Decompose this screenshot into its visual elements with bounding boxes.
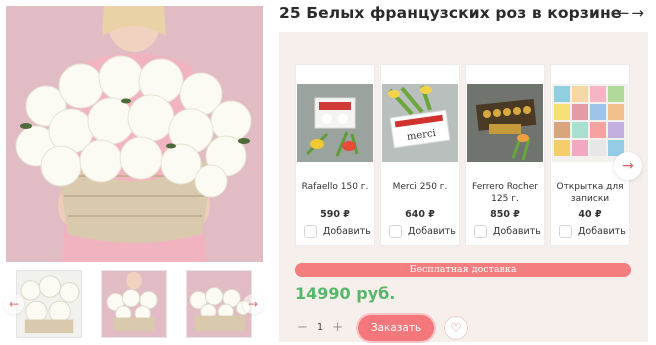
addon-price: 850 ₽ — [490, 209, 520, 220]
thumbnail-2[interactable] — [101, 270, 167, 338]
arrow-left-icon[interactable]: ← — [617, 4, 632, 22]
thumbnail-prev-button[interactable]: ← — [4, 294, 24, 314]
add-checkbox[interactable] — [389, 224, 402, 238]
addon-image — [297, 84, 373, 162]
addon-add-toggle[interactable]: Добавить — [559, 224, 626, 238]
add-label: Добавить — [408, 225, 456, 237]
free-delivery-banner: Бесплатная доставка — [295, 263, 631, 277]
thumbnail-1[interactable] — [16, 270, 82, 338]
add-checkbox[interactable] — [474, 224, 487, 238]
addon-price: 40 ₽ — [578, 209, 602, 220]
order-button[interactable]: Заказать — [358, 315, 434, 341]
quantity-stepper: − 1 + — [291, 314, 349, 340]
addon-image — [552, 84, 628, 162]
product-panel: Rafaello 150 г. 590 ₽ Добавить merci Mer… — [279, 32, 648, 342]
addon-card-rafaello: Rafaello 150 г. 590 ₽ Добавить — [295, 64, 375, 246]
product-nav: ←→ — [617, 4, 646, 22]
addon-image — [467, 84, 543, 162]
add-label: Добавить — [323, 225, 371, 237]
qty-minus-button[interactable]: − — [297, 320, 308, 335]
thumbnail-strip: ← → — [4, 268, 263, 340]
addon-card-ferrero: Ferrero Rocher 125 г. 850 ₽ Добавить — [465, 64, 545, 246]
addon-card-merci: merci Merci 250 г. 640 ₽ Добавить — [380, 64, 460, 246]
thumbnail-next-button[interactable]: → — [243, 294, 263, 314]
add-checkbox[interactable] — [559, 224, 572, 238]
qty-value[interactable]: 1 — [317, 322, 323, 333]
qty-plus-button[interactable]: + — [332, 320, 343, 335]
addon-price: 590 ₽ — [320, 209, 350, 220]
arrow-right-icon[interactable]: → — [631, 4, 646, 22]
addon-add-toggle[interactable]: Добавить — [474, 224, 541, 238]
addon-name: Ferrero Rocher 125 г. — [472, 182, 538, 204]
main-product-image[interactable] — [6, 6, 263, 262]
addon-add-toggle[interactable]: Добавить — [389, 224, 456, 238]
product-price: 14990 руб. — [295, 284, 396, 303]
addon-add-toggle[interactable]: Добавить — [304, 224, 371, 238]
add-label: Добавить — [493, 225, 541, 237]
product-title: 25 Белых французских роз в корзине — [279, 4, 622, 22]
addon-name: Открытка для записки — [556, 182, 624, 204]
add-checkbox[interactable] — [304, 224, 317, 238]
addon-image: merci — [382, 84, 458, 162]
addon-price: 640 ₽ — [405, 209, 435, 220]
addon-name: Rafaello 150 г. — [301, 182, 369, 192]
addon-name: Merci 250 г. — [392, 182, 448, 192]
addons-next-button[interactable]: → — [614, 152, 642, 180]
add-label: Добавить — [578, 225, 626, 237]
heart-icon[interactable]: ♡ — [444, 316, 468, 340]
